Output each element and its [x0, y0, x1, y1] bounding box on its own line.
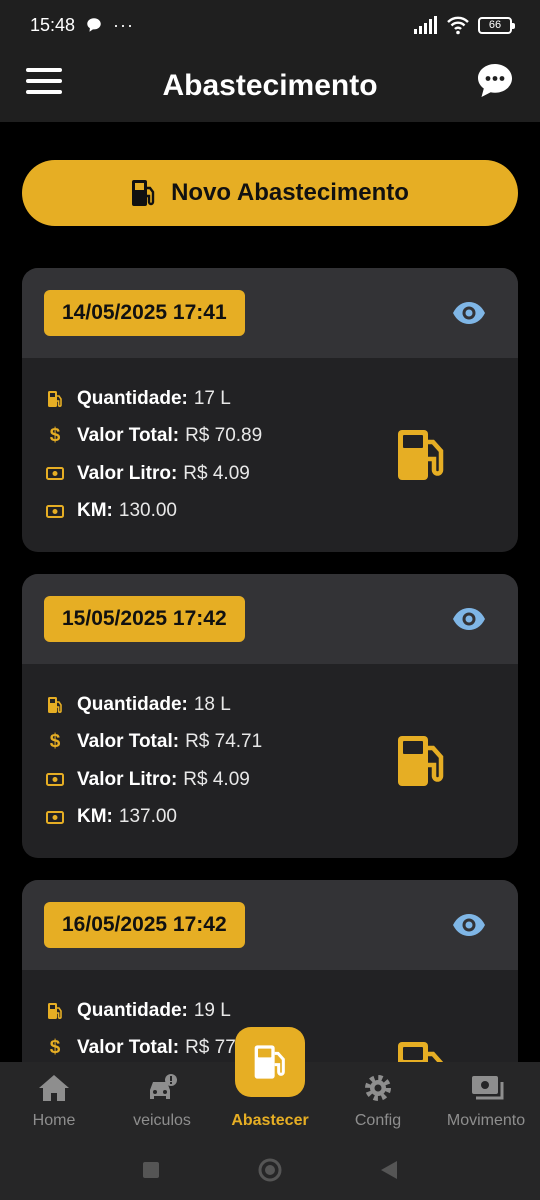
quantity-label: Quantidade:: [77, 387, 188, 409]
nav-config-label: Config: [354, 1112, 402, 1129]
gas-pump-small-icon: [46, 1001, 64, 1021]
dollar-icon: $: [49, 425, 61, 447]
eye-icon[interactable]: [452, 908, 486, 942]
main-content: Novo Abastecimento 14/05/2025 17:41 Quan…: [0, 122, 540, 1062]
date-badge: 16/05/2025 17:42: [44, 902, 245, 948]
money-bill-icon: [46, 807, 64, 827]
gas-pump-small-icon: [46, 389, 64, 409]
quantity-value: 17 L: [193, 387, 231, 409]
home-icon: [39, 1075, 69, 1101]
price-row: Valor Litro: R$ 4.09: [46, 455, 518, 493]
gas-pump-large-icon: [398, 1042, 444, 1062]
gas-pump-icon: [254, 1045, 285, 1079]
nav-config[interactable]: Config: [324, 1072, 432, 1130]
km-row: KM: 137.00: [46, 799, 518, 837]
car-icon: [150, 1074, 177, 1099]
gas-pump-large-icon: [398, 736, 444, 786]
date-badge: 14/05/2025 17:41: [44, 290, 245, 336]
km-row: KM: 130.00: [46, 493, 518, 531]
refuel-card: 14/05/2025 17:41 Quantidade: 17 L $ Valo…: [22, 268, 518, 552]
eye-icon[interactable]: [452, 296, 486, 330]
money-icon: [472, 1076, 504, 1100]
total-value: R$ 77.: [185, 1037, 242, 1059]
message-notification-icon: [87, 18, 101, 32]
price-label: Valor Litro:: [77, 768, 178, 790]
total-row: $ Valor Total: R$ 70.89: [46, 418, 518, 456]
signal-icon: [414, 16, 437, 34]
gear-icon: [365, 1075, 391, 1101]
price-row: Valor Litro: R$ 4.09: [46, 761, 518, 799]
nav-movement-label: Movimento: [446, 1112, 526, 1129]
gas-pump-small-icon: [46, 695, 64, 715]
quantity-row: Quantidade: 19 L: [46, 992, 518, 1030]
bottom-nav: Home veiculos Abastecer Config Movimento: [0, 1027, 540, 1200]
system-nav-bar: [0, 1140, 540, 1200]
nav-refuel-label: Abastecer: [231, 1112, 309, 1129]
total-value: R$ 70.89: [185, 425, 263, 447]
km-value: 130.00: [118, 500, 178, 522]
money-bill-icon: [46, 770, 64, 790]
quantity-row: Quantidade: 17 L: [46, 380, 518, 418]
page-title: Abastecimento: [162, 69, 378, 102]
total-label: Valor Total:: [77, 731, 180, 753]
gas-pump-large-icon: [398, 430, 444, 480]
price-label: Valor Litro:: [77, 462, 178, 484]
more-notifications-icon: ···: [113, 14, 135, 35]
km-label: KM:: [77, 500, 113, 522]
money-bill-icon: [46, 501, 64, 521]
home-system-icon[interactable]: [257, 1157, 283, 1183]
price-value: R$ 4.09: [183, 462, 250, 484]
new-refuel-button[interactable]: Novo Abastecimento: [22, 160, 518, 226]
total-label: Valor Total:: [77, 425, 180, 447]
gas-pump-icon: [132, 180, 155, 206]
km-value: 137.00: [118, 806, 178, 828]
date-badge: 15/05/2025 17:42: [44, 596, 245, 642]
new-refuel-label: Novo Abastecimento: [171, 179, 409, 206]
back-icon[interactable]: [379, 1159, 399, 1181]
app-header: Abastecimento: [0, 50, 540, 122]
nav-vehicles[interactable]: veiculos: [108, 1072, 216, 1130]
nav-movement[interactable]: Movimento: [432, 1072, 540, 1130]
status-time: 15:48: [30, 14, 76, 35]
status-bar: 15:48 ··· 66: [0, 0, 540, 50]
nav-home[interactable]: Home: [0, 1072, 108, 1130]
dollar-icon: $: [49, 1037, 61, 1059]
battery-icon: 66: [478, 16, 515, 34]
quantity-label: Quantidade:: [77, 693, 188, 715]
quantity-value: 18 L: [193, 693, 231, 715]
total-row: $ Valor Total: R$ 74.71: [46, 724, 518, 762]
money-bill-icon: [46, 464, 64, 484]
eye-icon[interactable]: [452, 602, 486, 636]
quantity-row: Quantidade: 18 L: [46, 686, 518, 724]
nav-home-label: Home: [32, 1112, 76, 1129]
recent-apps-icon[interactable]: [141, 1160, 161, 1180]
quantity-value: 19 L: [193, 999, 231, 1021]
total-value: R$ 74.71: [185, 731, 263, 753]
chat-icon[interactable]: [474, 60, 516, 102]
quantity-label: Quantidade:: [77, 999, 188, 1021]
refuel-card: 15/05/2025 17:42 Quantidade: 18 L $ Valo…: [22, 574, 518, 858]
km-label: KM:: [77, 806, 113, 828]
nav-vehicles-label: veiculos: [133, 1112, 191, 1129]
dollar-icon: $: [49, 731, 61, 753]
refuel-fab[interactable]: [235, 1027, 305, 1097]
menu-button[interactable]: [26, 68, 62, 94]
wifi-icon: [447, 16, 469, 35]
total-label: Valor Total:: [77, 1037, 180, 1059]
price-value: R$ 4.09: [183, 768, 250, 790]
